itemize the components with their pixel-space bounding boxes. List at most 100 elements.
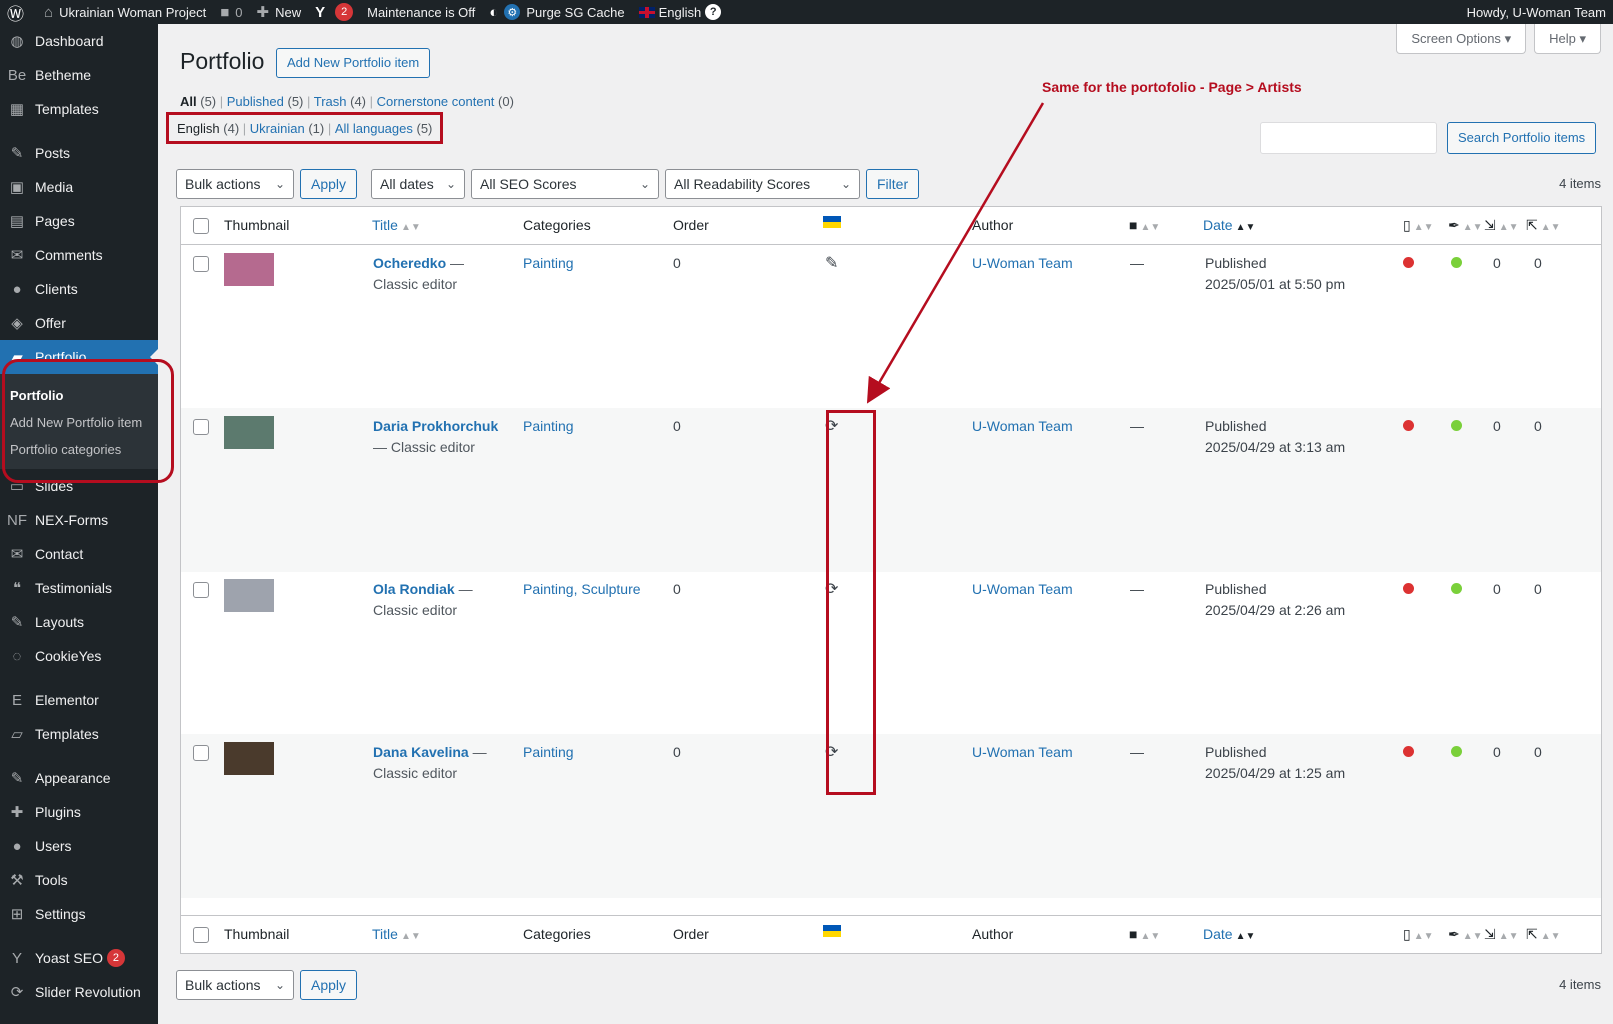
search-input[interactable] xyxy=(1260,122,1437,154)
row-title: Daria Prokhorchuk — Classic editor xyxy=(373,418,499,455)
sidebar-item-users[interactable]: ● Users xyxy=(0,829,158,863)
col-incoming-links[interactable]: ⇱ ▲▼ xyxy=(1526,926,1561,943)
add-new-portfolio-button[interactable]: Add New Portfolio item xyxy=(276,48,431,78)
row-author[interactable]: U-Woman Team xyxy=(972,579,1073,600)
yoast-menu[interactable]: Y2 xyxy=(308,0,360,24)
col-incoming-links[interactable]: ⇱ ▲▼ xyxy=(1526,217,1561,234)
col-title[interactable]: Title ▲▼ xyxy=(372,926,421,942)
sidebar-item-appearance[interactable]: ✎ Appearance xyxy=(0,761,158,795)
sidebar-item-offer[interactable]: ◈ Offer xyxy=(0,306,158,340)
row-title-link[interactable]: Daria Prokhorchuk xyxy=(373,418,498,434)
filter-trash[interactable]: Trash xyxy=(314,94,347,109)
sg-cache-menu[interactable]: ◐ ⚙ Purge SG Cache xyxy=(482,0,631,24)
quote-icon: ❝ xyxy=(12,580,22,597)
sidebar-item-comments[interactable]: ✉ Comments xyxy=(0,238,158,272)
sidebar-item-betheme[interactable]: Be Betheme xyxy=(0,58,158,92)
thumbnail-image[interactable] xyxy=(224,742,274,775)
col-comments[interactable]: ■ ▲▼ xyxy=(1129,926,1160,942)
bulk-actions-select[interactable]: Bulk actions ⌄ xyxy=(176,169,294,199)
sidebar-item-elementor[interactable]: E Elementor xyxy=(0,683,158,717)
admin-sidebar: ◍ Dashboard Be Betheme ▦ Templates ✎ Posts ▣ Medi… xyxy=(0,24,158,1024)
sidebar-item-plugins[interactable]: ✚ Plugins xyxy=(0,795,158,829)
howdy-account-menu[interactable]: Howdy, U-Woman Team xyxy=(1460,0,1613,24)
col-date[interactable]: Date ▲▼ xyxy=(1203,217,1255,233)
col-seo-score[interactable]: ▯ ▲▼ xyxy=(1403,217,1434,234)
col-date[interactable]: Date ▲▼ xyxy=(1203,926,1255,942)
sidebar-item-settings[interactable]: ⊞ Settings xyxy=(0,897,158,931)
dates-select[interactable]: All dates ⌄ xyxy=(371,169,465,199)
sidebar-item-posts[interactable]: ✎ Posts xyxy=(0,136,158,170)
comments-link[interactable]: ■ 0 xyxy=(213,0,249,24)
thumbnail-image[interactable] xyxy=(224,253,274,286)
filter-published[interactable]: Published xyxy=(227,94,284,109)
sidebar-item-tools[interactable]: ⚒ Tools xyxy=(0,863,158,897)
col-comments[interactable]: ■ ▲▼ xyxy=(1129,217,1160,233)
sidebar-item-label: Media xyxy=(35,179,74,195)
row-author[interactable]: U-Woman Team xyxy=(972,742,1073,763)
filter-all[interactable]: All xyxy=(180,94,197,109)
pencil-icon[interactable]: ✎ xyxy=(825,253,838,273)
sidebar-item-media[interactable]: ▣ Media xyxy=(0,170,158,204)
new-content-link[interactable]: ✚ New xyxy=(250,0,309,24)
col-seo-score[interactable]: ▯ ▲▼ xyxy=(1403,926,1434,943)
search-portfolio-button[interactable]: Search Portfolio items xyxy=(1447,122,1597,154)
sidebar-item-templates[interactable]: ▱ Templates xyxy=(0,717,158,751)
select-all-checkbox[interactable] xyxy=(193,218,209,234)
readability-scores-select[interactable]: All Readability Scores ⌄ xyxy=(665,169,860,199)
filter-button[interactable]: Filter xyxy=(866,169,920,199)
screen-options-button[interactable]: Screen Options ▾ xyxy=(1396,24,1527,54)
sidebar-item-cookieyes[interactable]: ◌ CookieYes xyxy=(0,639,158,673)
thumbnail-image[interactable] xyxy=(224,416,274,449)
site-name-link[interactable]: ⌂ Ukrainian Woman Project xyxy=(37,0,213,24)
sidebar-item-testimonials[interactable]: ❝ Testimonials xyxy=(0,571,158,605)
sidebar-item-dashboard[interactable]: ◍ Dashboard xyxy=(0,24,158,58)
col-title[interactable]: Title ▲▼ xyxy=(372,217,421,233)
row-title-link[interactable]: Ocheredko xyxy=(373,255,446,271)
col-outgoing-links[interactable]: ⇲ ▲▼ xyxy=(1484,217,1519,234)
col-readability[interactable]: ✒ ▲▼ xyxy=(1448,217,1483,234)
chevron-down-icon: ⌄ xyxy=(639,177,650,191)
select-all-checkbox-footer[interactable] xyxy=(193,927,209,943)
sidebar-item-label: Betheme xyxy=(35,67,92,83)
row-author[interactable]: U-Woman Team xyxy=(972,253,1073,274)
row-checkbox[interactable] xyxy=(193,745,209,761)
seo-scores-select[interactable]: All SEO Scores ⌄ xyxy=(471,169,659,199)
row-categories[interactable]: Painting xyxy=(523,742,574,763)
cookieyes-icon: ◌ xyxy=(12,647,22,665)
help-button[interactable]: Help ▾ xyxy=(1534,24,1601,54)
row-checkbox[interactable] xyxy=(193,582,209,598)
sidebar-item-nex-forms[interactable]: NF NEX-Forms xyxy=(0,503,158,537)
sidebar-item-clients[interactable]: ● Clients xyxy=(0,272,158,306)
row-author[interactable]: U-Woman Team xyxy=(972,416,1073,437)
pages-icon: ▤ xyxy=(9,213,25,230)
lang-ukrainian[interactable]: Ukrainian xyxy=(250,121,305,136)
sidebar-item-slider-revolution[interactable]: ⟳ Slider Revolution xyxy=(0,975,158,1009)
sidebar-item-templates[interactable]: ▦ Templates xyxy=(0,92,158,126)
sidebar-item-label: Offer xyxy=(35,315,66,331)
row-title-link[interactable]: Dana Kavelina xyxy=(373,744,469,760)
lang-all[interactable]: All languages xyxy=(335,121,413,136)
thumbnail-image[interactable] xyxy=(224,579,274,612)
maintenance-toggle[interactable]: Maintenance is Off xyxy=(360,0,482,24)
row-order: 0 xyxy=(673,581,681,597)
page-title: Portfolio xyxy=(180,48,265,74)
col-readability[interactable]: ✒ ▲▼ xyxy=(1448,926,1483,943)
row-categories[interactable]: Painting xyxy=(523,253,574,274)
sidebar-item-pages[interactable]: ▤ Pages xyxy=(0,204,158,238)
apply-button-bottom[interactable]: Apply xyxy=(300,970,358,1000)
filter-cornerstone[interactable]: Cornerstone content xyxy=(377,94,495,109)
row-title-link[interactable]: Ola Rondiak xyxy=(373,581,455,597)
sidebar-item-contact[interactable]: ✉ Contact xyxy=(0,537,158,571)
sidebar-item-yoast-seo[interactable]: Y Yoast SEO 2 xyxy=(0,941,158,975)
lang-english[interactable]: English xyxy=(177,121,220,136)
bulk-actions-select-bottom[interactable]: Bulk actions ⌄ xyxy=(176,970,294,1000)
sidebar-item-layouts[interactable]: ✎ Layouts xyxy=(0,605,158,639)
row-categories[interactable]: Painting xyxy=(523,416,574,437)
apply-button[interactable]: Apply xyxy=(300,169,358,199)
row-checkbox[interactable] xyxy=(193,419,209,435)
col-outgoing-links[interactable]: ⇲ ▲▼ xyxy=(1484,926,1519,943)
wordpress-logo-icon[interactable]: Ⓦ xyxy=(0,0,37,24)
row-checkbox[interactable] xyxy=(193,256,209,272)
row-categories[interactable]: Painting, Sculpture xyxy=(523,579,641,600)
language-switcher[interactable]: English? xyxy=(632,0,729,24)
